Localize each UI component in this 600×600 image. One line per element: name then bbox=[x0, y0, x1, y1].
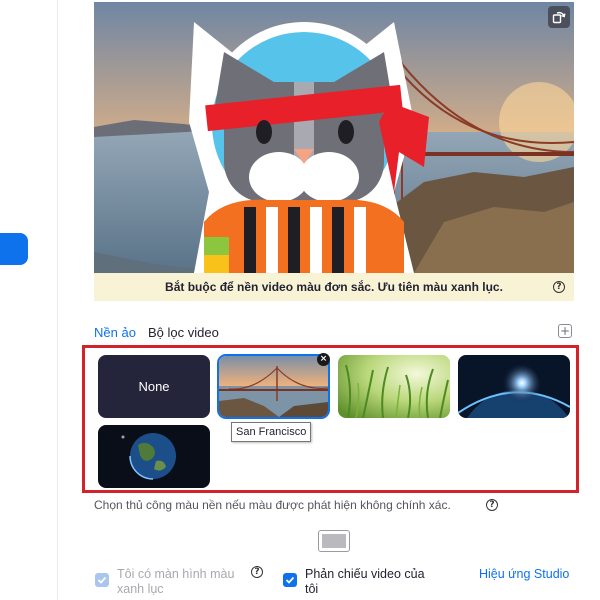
grass-image bbox=[338, 355, 450, 418]
help-icon[interactable]: ? bbox=[251, 566, 263, 578]
rotate-icon bbox=[552, 11, 566, 24]
settings-sidebar bbox=[0, 0, 58, 600]
video-preview bbox=[94, 2, 574, 273]
earth-image bbox=[98, 425, 210, 488]
background-color-picker[interactable] bbox=[318, 530, 350, 552]
help-icon[interactable]: ? bbox=[553, 281, 565, 293]
background-earth-thumbnail[interactable] bbox=[98, 425, 210, 488]
background-grass-thumbnail[interactable] bbox=[338, 355, 450, 418]
background-san-francisco-thumbnail[interactable] bbox=[217, 354, 330, 419]
preview-background-image bbox=[94, 2, 574, 273]
earth-space-image bbox=[458, 355, 570, 418]
background-tooltip: San Francisco bbox=[231, 422, 312, 442]
close-icon: × bbox=[319, 354, 328, 364]
checkmark-icon bbox=[97, 576, 107, 584]
background-none-label: None bbox=[138, 379, 170, 394]
background-none-thumbnail[interactable]: None bbox=[98, 355, 210, 418]
studio-effects-link[interactable]: Hiệu ứng Studio bbox=[479, 567, 569, 581]
tab-video-filters[interactable]: Bộ lọc video bbox=[148, 325, 219, 340]
green-screen-label: Tôi có màn hình màu xanh lục bbox=[117, 567, 235, 596]
mirror-video-checkbox[interactable] bbox=[283, 573, 297, 587]
checkmark-icon bbox=[285, 576, 295, 584]
notice-text: Bắt buộc để nền video màu đơn sắc. Ưu ti… bbox=[165, 280, 503, 294]
tab-virtual-background[interactable]: Nền ảo bbox=[94, 325, 136, 340]
green-screen-checkbox[interactable] bbox=[95, 573, 109, 587]
san-francisco-image bbox=[219, 356, 328, 417]
help-icon[interactable]: ? bbox=[486, 499, 498, 511]
rotate-camera-button[interactable] bbox=[548, 6, 570, 28]
add-background-button[interactable]: + bbox=[558, 324, 572, 338]
plus-icon: + bbox=[559, 324, 571, 338]
green-screen-notice: Bắt buộc để nền video màu đơn sắc. Ưu ti… bbox=[94, 273, 574, 301]
background-earth-space-thumbnail[interactable] bbox=[458, 355, 570, 418]
sidebar-item-selected[interactable] bbox=[0, 233, 28, 265]
manual-color-instruction: Chọn thủ công màu nền nếu màu được phát … bbox=[94, 498, 451, 512]
remove-background-button[interactable]: × bbox=[317, 353, 330, 366]
mirror-video-label: Phản chiếu video của tôi bbox=[305, 567, 425, 596]
